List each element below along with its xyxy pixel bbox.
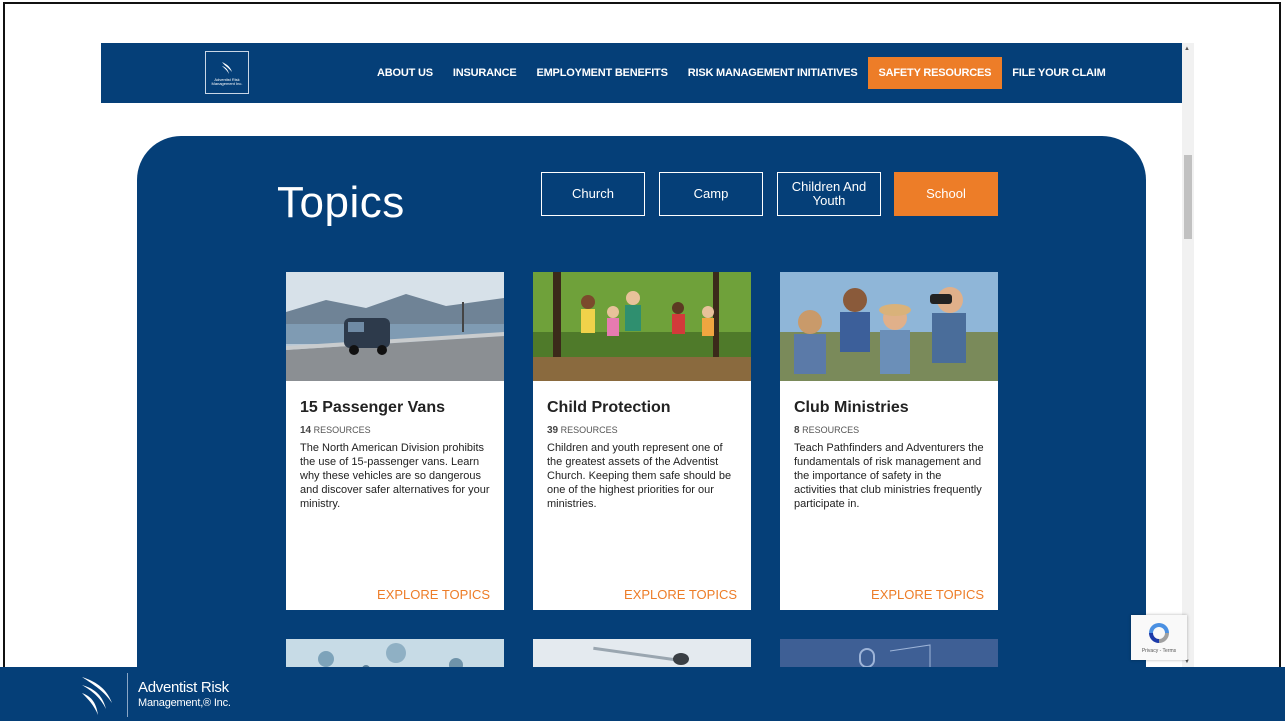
topic-card-vans[interactable]: 15 Passenger Vans 14 RESOURCES The North… — [286, 272, 504, 610]
microphone-photo — [533, 639, 751, 667]
explore-topics-link[interactable]: EXPLORE TOPICS — [624, 587, 737, 602]
card-description: Teach Pathfinders and Adventurers the fu… — [794, 442, 984, 510]
resource-count: 8 RESOURCES — [794, 425, 984, 436]
nav-file-your-claim[interactable]: FILE YOUR CLAIM — [1002, 57, 1115, 89]
logo-swoosh-icon — [222, 61, 232, 74]
explore-topics-link[interactable]: EXPLORE TOPICS — [871, 587, 984, 602]
filter-children-and-youth[interactable]: Children And Youth — [777, 172, 881, 216]
card-description: Children and youth represent one of the … — [547, 442, 732, 510]
resource-count-number: 14 — [300, 425, 312, 436]
scroll-up-arrow-icon[interactable]: ▲ — [1184, 46, 1190, 52]
main-menu: ABOUT US INSURANCE EMPLOYMENT BENEFITS R… — [367, 57, 1116, 89]
card-image-club-ministries — [780, 272, 998, 381]
scroll-thumb[interactable] — [1184, 155, 1192, 239]
footer-brand-line2: Management,® Inc. — [138, 697, 231, 709]
resource-count-label: RESOURCES — [560, 425, 618, 435]
van-photo — [286, 272, 504, 381]
resource-count: 14 RESOURCES — [300, 425, 490, 436]
slide-frame: Adventist Risk Management Inc. ABOUT US … — [0, 0, 1285, 721]
topic-card-partial-3[interactable] — [780, 639, 998, 667]
resource-count-label: RESOURCES — [802, 425, 860, 435]
recaptcha-privacy-terms[interactable]: Privacy - Terms — [1142, 648, 1176, 654]
card-image-child-protection — [533, 272, 751, 381]
footer-divider — [127, 673, 128, 717]
children-photo — [533, 272, 751, 381]
card-title: 15 Passenger Vans — [300, 399, 445, 416]
topic-card-child-protection[interactable]: Child Protection 39 RESOURCES Children a… — [533, 272, 751, 610]
site-logo[interactable]: Adventist Risk Management Inc. — [205, 51, 249, 94]
nav-insurance[interactable]: INSURANCE — [443, 57, 527, 89]
nav-risk-management-initiatives[interactable]: RISK MANAGEMENT INITIATIVES — [678, 57, 868, 89]
recaptcha-icon — [1149, 623, 1169, 643]
resource-count-number: 8 — [794, 425, 800, 436]
slide-footer: Adventist Risk Management,® Inc. — [0, 667, 1285, 721]
topic-card-partial-2[interactable] — [533, 639, 751, 667]
page-scrollbar[interactable]: ▲ ▼ — [1182, 43, 1194, 667]
card-title: Child Protection — [547, 399, 671, 416]
card-description: The North American Division prohibits th… — [300, 442, 490, 510]
filter-church[interactable]: Church — [541, 172, 645, 216]
card-title: Club Ministries — [794, 399, 909, 416]
footer-brand-line1: Adventist Risk — [138, 679, 229, 696]
card-image-vans — [286, 272, 504, 381]
browser-viewport: Adventist Risk Management Inc. ABOUT US … — [101, 43, 1182, 667]
resource-count-label: RESOURCES — [313, 425, 371, 435]
topics-panel: Topics Church Camp Children And Youth Sc… — [137, 136, 1146, 667]
logo-text: Adventist Risk Management Inc. — [211, 76, 243, 86]
explore-topics-link[interactable]: EXPLORE TOPICS — [377, 587, 490, 602]
recaptcha-badge[interactable]: Privacy - Terms — [1131, 615, 1187, 660]
nav-employment-benefits[interactable]: EMPLOYMENT BENEFITS — [526, 57, 677, 89]
resource-count: 39 RESOURCES — [547, 425, 737, 436]
site-header: Adventist Risk Management Inc. ABOUT US … — [101, 43, 1182, 103]
filter-school[interactable]: School — [894, 172, 998, 216]
lock-photo — [780, 639, 998, 667]
filter-camp[interactable]: Camp — [659, 172, 763, 216]
topics-heading: Topics — [277, 178, 405, 227]
topic-card-club-ministries[interactable]: Club Ministries 8 RESOURCES Teach Pathfi… — [780, 272, 998, 610]
arm-logo-icon — [82, 677, 112, 715]
nav-safety-resources[interactable]: SAFETY RESOURCES — [867, 57, 1003, 89]
virus-photo — [286, 639, 504, 667]
resource-count-number: 39 — [547, 425, 559, 436]
topic-card-partial-1[interactable] — [286, 639, 504, 667]
kids-photo — [780, 272, 998, 381]
nav-about-us[interactable]: ABOUT US — [367, 57, 443, 89]
